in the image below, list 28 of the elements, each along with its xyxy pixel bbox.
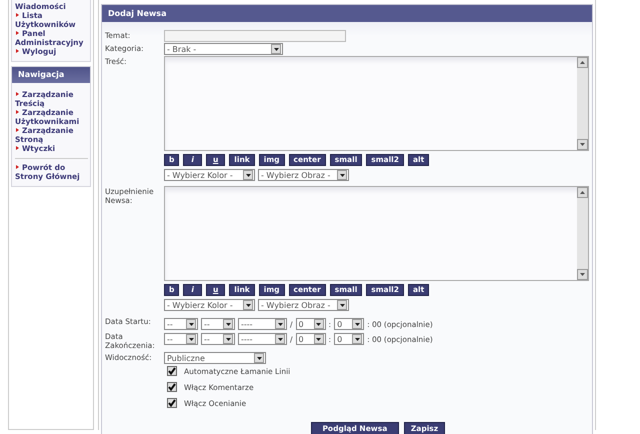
dropdown[interactable]: --: [201, 318, 235, 330]
scrollbar[interactable]: [577, 57, 588, 150]
dropdown[interactable]: - Wybierz Kolor -: [164, 169, 255, 181]
scrollbar[interactable]: [577, 187, 588, 280]
checkbox[interactable]: [167, 398, 177, 408]
dropdown[interactable]: --: [164, 318, 198, 330]
dropdown[interactable]: --: [164, 333, 198, 345]
scroll-down-icon[interactable]: [577, 269, 588, 280]
dropdown[interactable]: 0: [296, 318, 326, 330]
scroll-down-icon[interactable]: [577, 139, 588, 150]
checkbox[interactable]: [167, 382, 177, 392]
dropdown[interactable]: ----: [238, 318, 287, 330]
dropdown[interactable]: Publiczne: [164, 352, 266, 364]
checkbox[interactable]: [167, 366, 177, 376]
dropdown[interactable]: - Wybierz Kolor -: [164, 299, 255, 311]
dropdown[interactable]: ----: [238, 333, 287, 345]
dropdown[interactable]: --: [201, 333, 235, 345]
sidebar-heading: Nawigacja: [12, 67, 90, 83]
panel-heading: Dodaj Newsa: [102, 5, 592, 22]
scroll-up-icon[interactable]: [577, 187, 588, 198]
dropdown[interactable]: 0: [334, 318, 364, 330]
dropdown[interactable]: - Wybierz Obraz -: [258, 169, 349, 181]
dropdown[interactable]: 0: [334, 333, 364, 345]
dropdown[interactable]: - Wybierz Obraz -: [258, 299, 349, 311]
text-input[interactable]: [164, 30, 346, 42]
dropdown[interactable]: - Brak -: [164, 43, 283, 55]
scroll-up-icon[interactable]: [577, 57, 588, 68]
dropdown[interactable]: 0: [296, 333, 326, 345]
